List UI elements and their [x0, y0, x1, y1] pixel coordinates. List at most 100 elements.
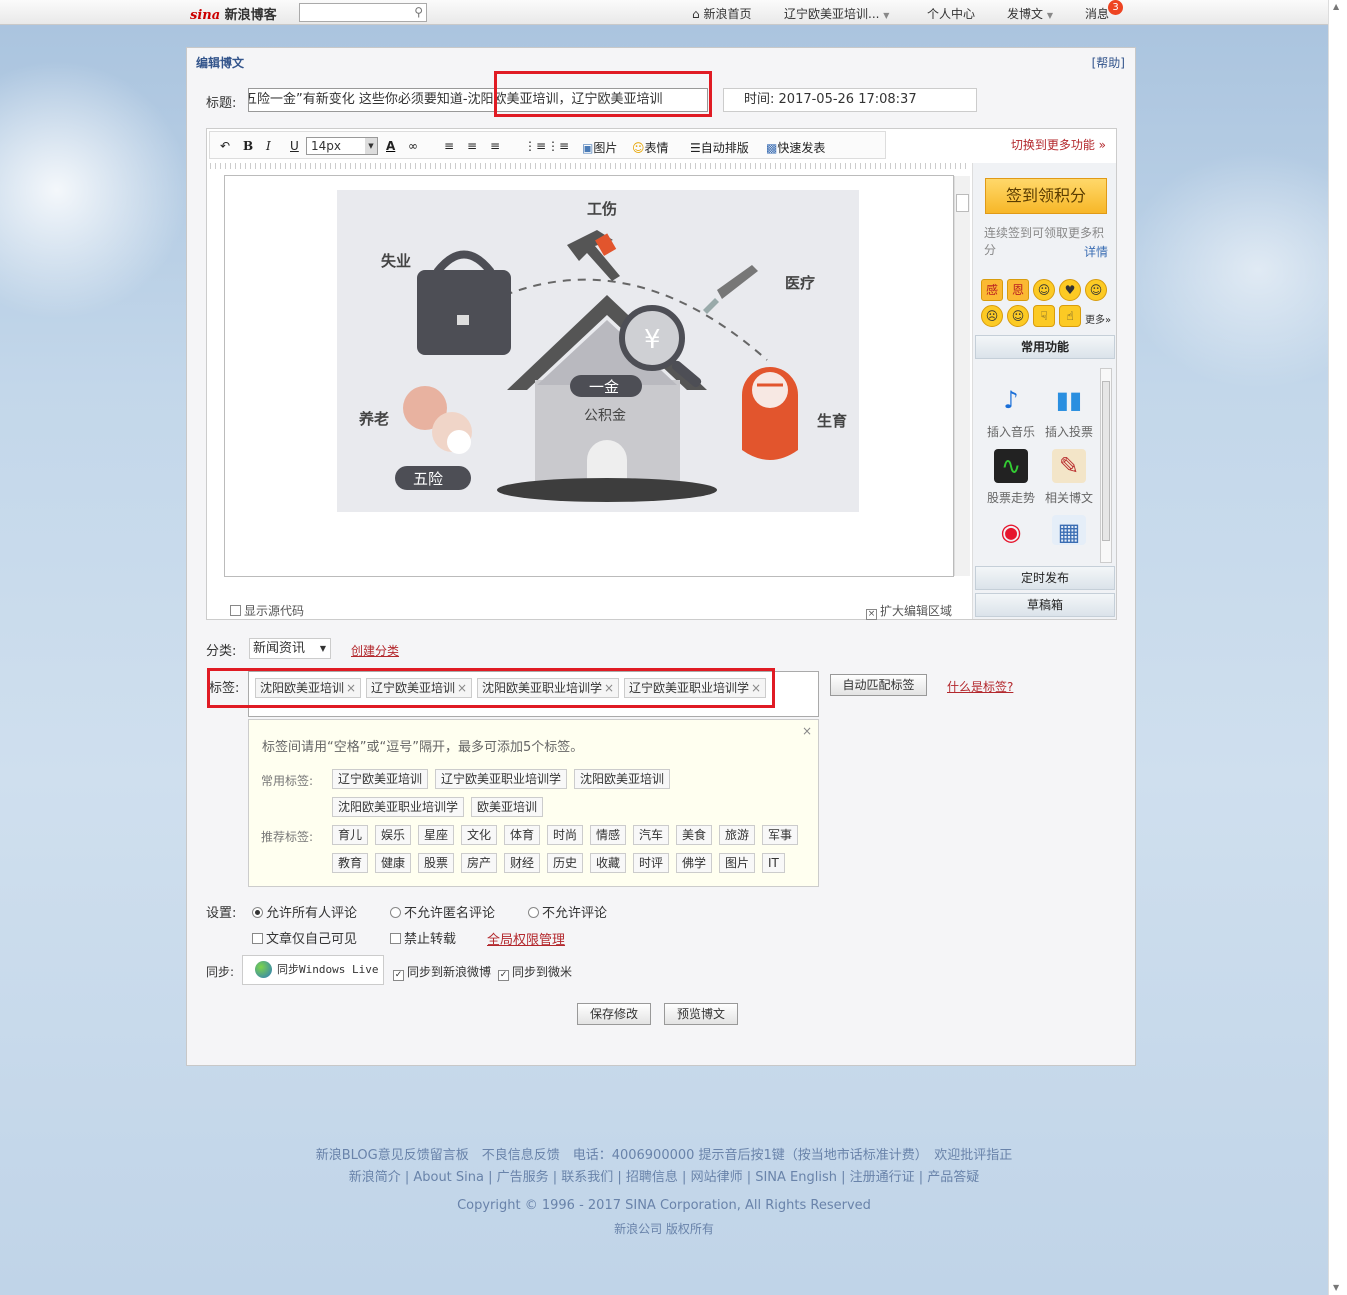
preview-button[interactable]: 预览博文: [664, 1003, 738, 1025]
recommended-tag[interactable]: 时尚: [547, 825, 584, 845]
recommended-tag[interactable]: 股票: [418, 853, 455, 873]
emotion-smile-icon[interactable]: ☺: [1085, 279, 1107, 301]
undo-icon[interactable]: ↶: [220, 139, 230, 153]
sign-in-points-button[interactable]: 签到领积分: [985, 178, 1107, 214]
bold-button[interactable]: B: [243, 139, 253, 153]
emotion-laugh-icon[interactable]: ☺: [1007, 305, 1029, 327]
search-icon[interactable]: ⚲: [414, 5, 423, 19]
bullet-list-icon[interactable]: ⋮≡: [524, 139, 546, 153]
recommended-tag[interactable]: 情感: [590, 825, 627, 845]
emotion-thumb-down-icon[interactable]: ☟: [1033, 305, 1055, 327]
sync-label: 同步:: [206, 965, 235, 979]
recommended-tag[interactable]: 佛学: [676, 853, 713, 873]
font-color-icon[interactable]: A: [386, 139, 395, 153]
sync-windows-live-button[interactable]: 同步Windows Live: [242, 955, 384, 985]
emotion-love-icon[interactable]: ♥: [1059, 279, 1081, 301]
align-right-icon[interactable]: ≡: [490, 139, 500, 153]
common-tag[interactable]: 欧美亚培训: [471, 797, 544, 817]
editor-content-area[interactable]: ¥ 一金 公积金 五险 工伤 失业 医疗 养老 生育: [224, 175, 970, 577]
create-category-link[interactable]: 创建分类: [351, 642, 399, 659]
help-link[interactable]: [帮助]: [1092, 54, 1125, 71]
footer-links[interactable]: 新浪简介 | About Sina | 广告服务 | 联系我们 | 招聘信息 |…: [0, 1166, 1328, 1185]
recommended-tag[interactable]: 美食: [676, 825, 713, 845]
recommended-tag[interactable]: 教育: [332, 853, 369, 873]
link-icon[interactable]: ∞: [408, 139, 418, 153]
search-input[interactable]: ⚲: [299, 3, 427, 22]
auto-layout-button[interactable]: ☰自动排版: [690, 139, 749, 156]
insert-music-button[interactable]: ♪ 插入音乐: [981, 383, 1041, 440]
emotion-en[interactable]: 恩: [1007, 279, 1029, 301]
emotion-thumb-up-icon[interactable]: ☝: [1059, 305, 1081, 327]
sina-blog-logo[interactable]: sina 新浪博客: [190, 4, 277, 23]
private-checkbox[interactable]: 文章仅自己可见: [252, 928, 357, 947]
expand-editor-link[interactable]: × 扩大编辑区域: [866, 602, 952, 620]
recommended-tag[interactable]: 房产: [461, 853, 498, 873]
related-posts-button[interactable]: ✎ 相关博文: [1039, 449, 1099, 506]
recommended-tag[interactable]: 旅游: [719, 825, 756, 845]
recommended-tag[interactable]: 星座: [418, 825, 455, 845]
emotion-grin-icon[interactable]: ☺: [1033, 279, 1055, 301]
category-select[interactable]: 新闻资讯 ▼: [249, 638, 331, 659]
disallow-anonymous-radio[interactable]: 不允许匿名评论: [390, 902, 495, 921]
emotion-cry-icon[interactable]: ☹: [981, 305, 1003, 327]
image-button[interactable]: ▣图片: [582, 139, 617, 156]
drafts-button[interactable]: 草稿箱: [975, 593, 1115, 617]
nav-personal-center[interactable]: 个人中心: [927, 5, 975, 22]
common-tag[interactable]: 辽宁欧美亚培训: [332, 769, 429, 789]
number-list-icon[interactable]: ⋮≡: [547, 139, 569, 153]
disallow-comments-radio[interactable]: 不允许评论: [528, 902, 607, 921]
scheduled-publish-button[interactable]: 定时发布: [975, 566, 1115, 590]
template-button[interactable]: ▦: [1039, 515, 1099, 551]
recommended-tag[interactable]: 历史: [547, 853, 584, 873]
recommended-tag[interactable]: 健康: [375, 853, 412, 873]
font-size-select[interactable]: 14px ▼: [306, 137, 378, 155]
nav-blog-name[interactable]: 辽宁欧美亚培训... ▼: [784, 5, 889, 22]
recommended-tag[interactable]: 体育: [504, 825, 541, 845]
nav-home[interactable]: ⌂ 新浪首页: [692, 5, 751, 22]
recommended-tag[interactable]: 财经: [504, 853, 541, 873]
time-input[interactable]: 时间: 2017-05-26 17:08:37: [723, 88, 977, 112]
common-tag[interactable]: 沈阳欧美亚培训: [574, 769, 671, 789]
emotion-button[interactable]: ☺表情: [632, 139, 669, 156]
allow-all-comments-radio[interactable]: 允许所有人评论: [252, 902, 357, 921]
recommended-tag[interactable]: 育儿: [332, 825, 369, 845]
recommended-tag[interactable]: 娱乐: [375, 825, 412, 845]
auto-match-tags-button[interactable]: 自动匹配标签: [830, 674, 927, 696]
recommended-tag[interactable]: 时评: [633, 853, 670, 873]
italic-button[interactable]: I: [266, 139, 271, 153]
insert-vote-button[interactable]: ▮▮ 插入投票: [1039, 383, 1099, 440]
recommended-tag[interactable]: 收藏: [590, 853, 627, 873]
close-icon[interactable]: ×: [802, 724, 812, 738]
recommended-tag[interactable]: 汽车: [633, 825, 670, 845]
emotion-gan[interactable]: 感: [981, 279, 1003, 301]
common-tag[interactable]: 辽宁欧美亚职业培训学: [435, 769, 568, 789]
show-source-checkbox[interactable]: 显示源代码: [230, 602, 304, 619]
recommended-tag[interactable]: IT: [762, 853, 785, 873]
global-permissions-link[interactable]: 全局权限管理: [487, 929, 565, 948]
footer-feedback-line[interactable]: 新浪BLOG意见反馈留言板 不良信息反馈 电话：4006900000 提示音后按…: [0, 1144, 1328, 1163]
align-left-icon[interactable]: ≡: [444, 139, 454, 153]
common-tag[interactable]: 沈阳欧美亚职业培训学: [332, 797, 465, 817]
weibo-button[interactable]: ◉: [981, 515, 1041, 547]
sync-weibo-checkbox[interactable]: ✓ 同步到新浪微博: [393, 963, 491, 981]
editor-scrollbar[interactable]: [954, 176, 970, 576]
sync-weimi-checkbox[interactable]: ✓ 同步到微米: [498, 963, 572, 981]
nav-messages[interactable]: 消息: [1085, 5, 1109, 22]
stock-trend-button[interactable]: ∿ 股票走势: [981, 449, 1041, 506]
more-emotions-link[interactable]: 更多»: [1085, 311, 1111, 326]
what-is-tag-link[interactable]: 什么是标签?: [947, 678, 1013, 695]
no-forward-checkbox[interactable]: 禁止转载: [390, 928, 456, 947]
nav-post-blog[interactable]: 发博文 ▼: [1007, 5, 1053, 22]
quick-post-button[interactable]: ▩快速发表: [766, 139, 825, 156]
align-center-icon[interactable]: ≡: [467, 139, 477, 153]
underline-button[interactable]: U: [290, 139, 299, 153]
functions-scrollbar[interactable]: [1100, 368, 1112, 563]
inserted-image-five-insurances[interactable]: ¥ 一金 公积金 五险 工伤 失业 医疗 养老 生育: [337, 190, 859, 512]
recommended-tag[interactable]: 图片: [719, 853, 756, 873]
page-scrollbar[interactable]: ▲ ▼: [1328, 0, 1347, 1295]
recommended-tag[interactable]: 军事: [762, 825, 799, 845]
recommended-tag[interactable]: 文化: [461, 825, 498, 845]
details-link[interactable]: 详情: [1084, 243, 1108, 260]
switch-more-functions-link[interactable]: 切换到更多功能 »: [1011, 136, 1106, 153]
save-button[interactable]: 保存修改: [577, 1003, 651, 1025]
